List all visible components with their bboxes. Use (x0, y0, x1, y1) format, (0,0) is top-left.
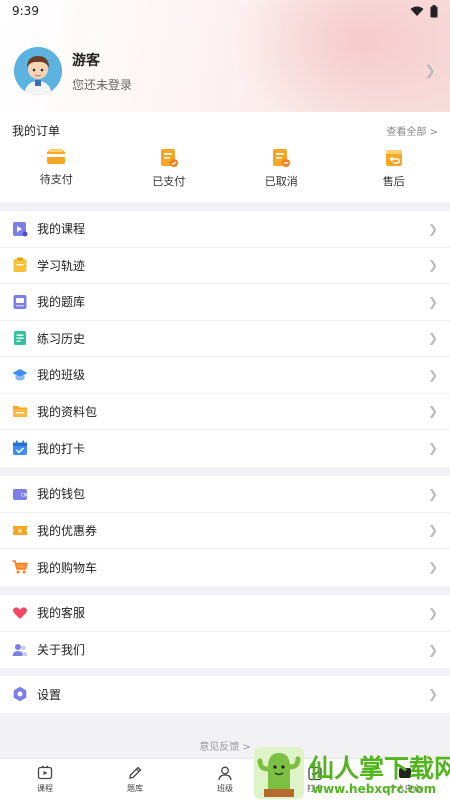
tab-courses[interactable]: 课程 (0, 759, 90, 800)
avatar-icon (14, 47, 62, 95)
practice-history-icon (14, 331, 26, 346)
menu-label: 我的购物车 (37, 560, 98, 575)
pencil-icon (129, 766, 142, 779)
menu-section-support: 我的客服 ❯ 关于我们 ❯ (0, 595, 450, 668)
menu-label: 关于我们 (37, 643, 86, 658)
people-icon (12, 643, 28, 656)
tab-label: 个人中心 (389, 784, 421, 793)
menu-label: 我的班级 (37, 368, 86, 383)
chevron-right-icon: ❯ (427, 441, 438, 456)
tab-checkin[interactable]: 打卡 (270, 759, 360, 800)
clipboard-icon (13, 257, 27, 273)
chevron-right-icon: ❯ (424, 63, 436, 79)
tab-label: 打卡 (307, 784, 323, 793)
chevron-right-icon: ❯ (427, 258, 438, 273)
order-cancelled-label: 已取消 (264, 175, 298, 188)
menu-item-settings[interactable]: 设置 ❯ (0, 676, 450, 713)
orders-panel: 我的订单 查看全部 > 待支付 已支付 已取消 售后 (0, 112, 450, 202)
chevron-right-icon: ❯ (427, 687, 438, 702)
settings-hex-icon (13, 687, 27, 702)
menu-item-material-pack[interactable]: 我的资料包 ❯ (0, 394, 450, 430)
status-time: 9:39 (12, 4, 39, 18)
feedback-link[interactable]: 意见反馈 > (0, 738, 450, 753)
tab-label: 课程 (37, 784, 53, 793)
menu-label: 我的优惠券 (37, 523, 98, 538)
tab-class[interactable]: 班级 (180, 759, 270, 800)
course-play-icon (13, 221, 28, 237)
menu-section-settings: 设置 ❯ (0, 676, 450, 713)
paid-document-icon (160, 149, 178, 167)
menu-item-my-courses[interactable]: 我的课程 ❯ (0, 211, 450, 248)
menu-section-learning: 我的课程 ❯ 学习轨迹 ❯ 我的题库 ❯ 练习历史 ❯ 我的班级 ❯ 我的资料包… (0, 211, 450, 467)
chevron-right-icon: ❯ (427, 642, 438, 657)
heart-icon (13, 607, 27, 619)
chevron-right-icon: ❯ (427, 367, 438, 382)
profile-name: 游客 (72, 52, 100, 69)
order-after-sales-button[interactable]: 售后 (354, 148, 434, 189)
menu-label: 我的题库 (37, 295, 86, 310)
menu-label: 我的课程 (37, 222, 86, 237)
menu-item-learning-track[interactable]: 学习轨迹 ❯ (0, 248, 450, 284)
chevron-right-icon: ❯ (427, 404, 438, 419)
chevron-right-icon: ❯ (427, 221, 438, 236)
avatar[interactable] (14, 47, 62, 95)
menu-label: 我的钱包 (37, 487, 86, 502)
order-paid-label: 已支付 (152, 175, 186, 188)
tab-profile[interactable]: 个人中心 (360, 759, 450, 800)
wallet-pending-icon (47, 149, 66, 164)
order-cancelled-button[interactable]: 已取消 (241, 148, 321, 189)
folder-icon (13, 406, 27, 418)
chevron-right-icon: ❯ (427, 605, 438, 620)
question-bank-icon (13, 294, 27, 309)
profile-icon (399, 768, 411, 778)
menu-item-practice-history[interactable]: 练习历史 ❯ (0, 321, 450, 357)
tab-label: 班级 (217, 784, 233, 793)
tab-label: 题库 (127, 784, 143, 793)
order-paid-button[interactable]: 已支付 (129, 148, 209, 189)
menu-label: 我的打卡 (37, 441, 86, 456)
profile-subtitle: 您还未登录 (72, 77, 133, 92)
menu-item-my-class[interactable]: 我的班级 ❯ (0, 357, 450, 394)
order-after-sales-label: 售后 (382, 175, 405, 188)
cart-icon (12, 560, 28, 574)
order-pending-label: 待支付 (39, 173, 73, 186)
play-tv-icon (37, 765, 53, 780)
wallet-icon (13, 488, 27, 500)
view-all-orders-link[interactable]: 查看全部 > (386, 123, 438, 138)
calendar-check-icon (13, 440, 27, 456)
order-pending-button[interactable]: 待支付 (16, 148, 96, 189)
menu-label: 练习历史 (37, 331, 86, 346)
orders-title: 我的订单 (12, 123, 61, 138)
cancelled-document-icon (273, 149, 291, 167)
svg-text:¥: ¥ (18, 528, 23, 536)
menu-label: 我的资料包 (37, 404, 98, 419)
chevron-right-icon: ❯ (427, 523, 438, 538)
battery-icon (430, 4, 438, 17)
coupon-icon: ¥ (13, 526, 27, 536)
tab-question-bank[interactable]: 题库 (90, 759, 180, 800)
chevron-right-icon: ❯ (427, 560, 438, 575)
status-bar: 9:39 (0, 0, 450, 22)
menu-item-cart[interactable]: 我的购物车 ❯ (0, 549, 450, 586)
profile-card[interactable]: 游客 您还未登录 ❯ (0, 40, 450, 102)
menu-item-about-us[interactable]: 关于我们 ❯ (0, 632, 450, 669)
menu-label: 设置 (37, 687, 62, 702)
menu-item-coupons[interactable]: ¥ 我的优惠券 ❯ (0, 513, 450, 549)
menu-item-wallet[interactable]: 我的钱包 ❯ (0, 476, 450, 513)
bottom-tab-bar: 课程 题库 班级 打卡 个人中心 (0, 758, 450, 800)
menu-section-wallet: 我的钱包 ❯ ¥ 我的优惠券 ❯ 我的购物车 ❯ (0, 476, 450, 586)
menu-item-question-bank[interactable]: 我的题库 ❯ (0, 284, 450, 321)
chevron-right-icon: ❯ (427, 294, 438, 309)
after-sales-return-icon (385, 150, 402, 166)
menu-item-customer-service[interactable]: 我的客服 ❯ (0, 595, 450, 632)
chevron-right-icon: ❯ (427, 331, 438, 346)
graduation-cap-icon (12, 368, 28, 381)
menu-label: 我的客服 (37, 606, 86, 621)
chevron-right-icon: ❯ (427, 486, 438, 501)
menu-label: 学习轨迹 (37, 258, 86, 273)
menu-item-my-checkin[interactable]: 我的打卡 ❯ (0, 430, 450, 467)
person-icon (218, 766, 232, 781)
checkin-icon (308, 766, 322, 781)
wifi-icon (410, 6, 424, 16)
